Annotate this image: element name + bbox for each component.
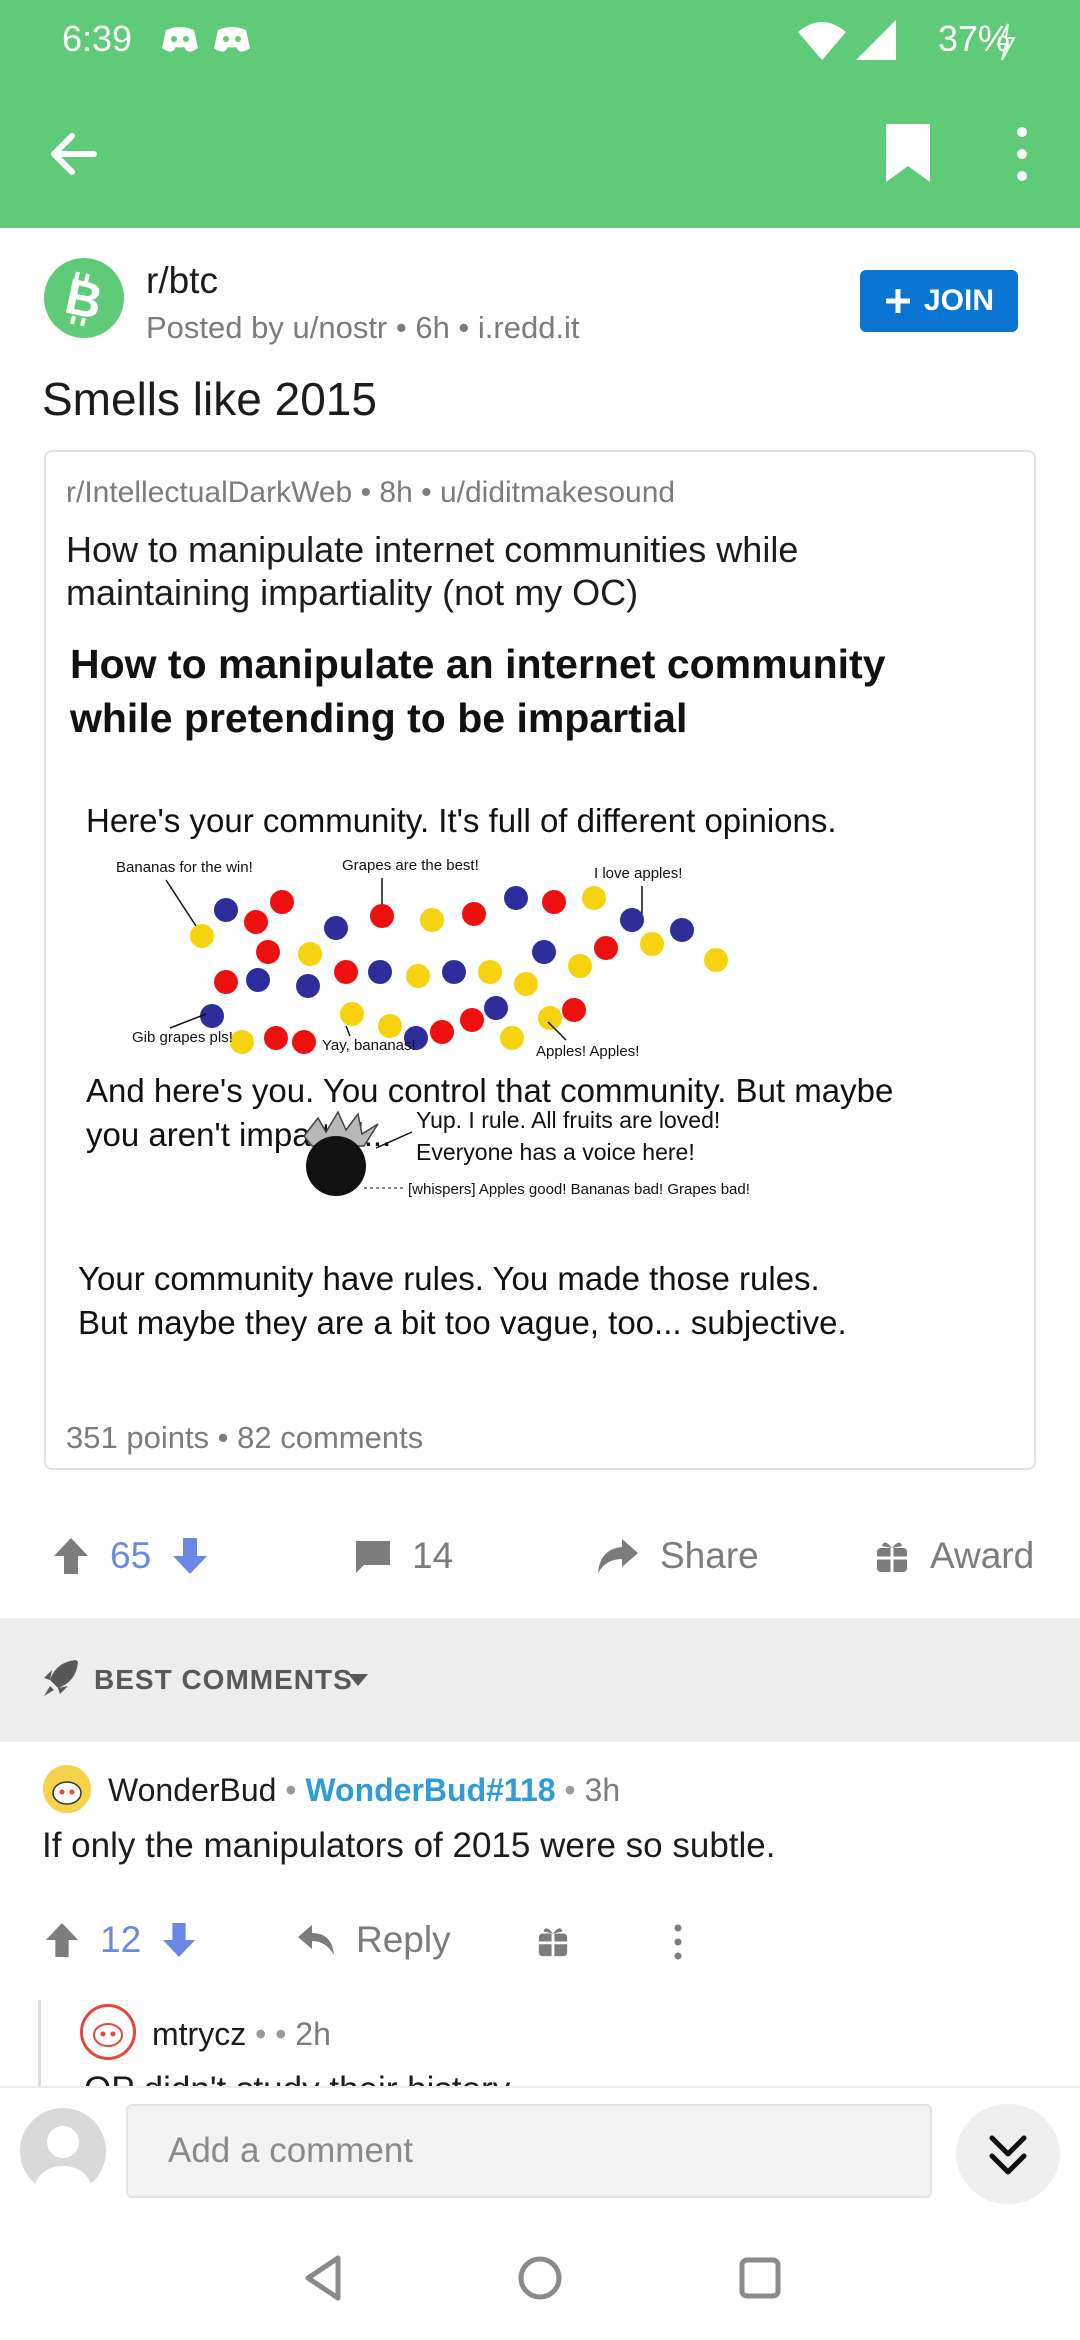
post-action-bar: 65 14 Share Award — [0, 1480, 1080, 1630]
reply-button[interactable]: Reply — [296, 1910, 451, 1970]
image-label-apples: I love apples! — [594, 865, 682, 882]
comment-bubble-icon — [356, 1541, 390, 1573]
reply-time: 2h — [295, 2016, 331, 2052]
comment-body: If only the manipulators of 2015 were so… — [42, 1826, 776, 1865]
snoo-avatar-icon — [52, 1781, 82, 1805]
share-label: Share — [660, 1535, 759, 1576]
image-intro: Here's your community. It's full of diff… — [86, 802, 837, 839]
image-speech1: Yup. I rule. All fruits are loved! — [416, 1107, 720, 1133]
gift-icon — [877, 1542, 907, 1572]
comment-sort-bar[interactable]: BEST COMMENTS — [0, 1618, 1080, 1742]
comment-author[interactable]: WonderBud — [108, 1772, 276, 1808]
image-heading-line1: How to manipulate an internet community — [70, 641, 886, 687]
image-rules-line2: But maybe they are a bit too vague, too.… — [78, 1304, 847, 1341]
sort-label: BEST COMMENTS — [94, 1664, 353, 1695]
join-label: JOIN — [923, 284, 995, 317]
image-whisper: [whispers] Apples good! Bananas bad! Gra… — [408, 1181, 750, 1198]
award-label: Award — [930, 1535, 1035, 1576]
avatar[interactable] — [80, 2004, 136, 2060]
back-arrow-icon[interactable] — [44, 124, 104, 184]
image-label-bananas: Bananas for the win! — [116, 859, 253, 876]
comments-button[interactable]: 14 — [354, 1526, 453, 1586]
nav-back-icon[interactable] — [294, 2248, 354, 2308]
join-button[interactable]: JOIN — [860, 270, 1018, 332]
image-heading-line2: while pretending to be impartial — [69, 695, 687, 741]
add-comment-input[interactable]: Add a comment — [126, 2104, 932, 2198]
more-options-icon[interactable] — [670, 1924, 686, 1960]
image-label-gib: Gib grapes pls! — [132, 1029, 233, 1046]
system-nav-bar — [0, 2212, 1080, 2340]
comment-composer: Add a comment — [0, 2086, 1080, 2212]
nested-reply: mtrycz • • 2h OP didn't study their hist… — [0, 2000, 1080, 2088]
discord-notification-icon — [162, 27, 198, 52]
reply-header: mtrycz • • 2h — [152, 2016, 331, 2052]
discord-notification-icon — [214, 27, 250, 52]
current-user-avatar[interactable] — [20, 2108, 106, 2194]
subreddit-icon[interactable]: B — [44, 258, 124, 338]
comment-header: WonderBud • WonderBud#118 • 3h — [108, 1772, 621, 1808]
app-bar — [0, 80, 1080, 228]
status-bar: 6:39 37% — [0, 0, 1080, 80]
bitcoin-icon: B — [60, 268, 107, 330]
image-speech2: Everyone has a voice here! — [416, 1139, 695, 1165]
award-button[interactable]: Award — [874, 1526, 1034, 1586]
caret-down-icon — [348, 1674, 368, 1686]
wifi-icon — [798, 22, 846, 60]
double-chevron-down-icon — [989, 2135, 1027, 2175]
more-options-icon[interactable] — [1004, 124, 1040, 184]
reply-arrow-icon — [298, 1925, 334, 1955]
fruit-dots — [190, 886, 728, 1054]
crosspost-title: How to manipulate internet communities w… — [66, 529, 799, 613]
thread-line[interactable] — [38, 2000, 41, 2088]
comment-vote-controls: 12 — [44, 1910, 197, 1970]
vote-controls: 65 — [52, 1526, 209, 1586]
downvote-arrow-icon[interactable] — [171, 1536, 209, 1576]
snoo-avatar-icon — [93, 2023, 123, 2047]
comment-vote-count: 12 — [100, 1919, 142, 1960]
comments-count: 14 — [412, 1535, 454, 1576]
post-title: Smells like 2015 — [42, 373, 377, 425]
image-label-yay: Yay, bananas! — [322, 1037, 416, 1054]
nav-recents-icon[interactable] — [730, 2248, 790, 2308]
user-flair: WonderBud#118 — [305, 1772, 556, 1808]
nav-home-icon[interactable] — [510, 2248, 570, 2308]
image-label-grapes: Grapes are the best! — [342, 857, 479, 874]
subreddit-name[interactable]: r/btc — [146, 260, 218, 302]
avatar[interactable] — [40, 1762, 94, 1816]
status-time: 6:39 — [62, 18, 133, 59]
image-label-apples2: Apples! Apples! — [536, 1043, 639, 1060]
bookmark-icon[interactable] — [880, 120, 936, 186]
post-meta: Posted by u/nostr • 6h • i.redd.it — [146, 310, 580, 345]
gift-icon[interactable] — [536, 1924, 570, 1958]
share-arrow-icon — [598, 1539, 638, 1573]
comment-time: 3h — [584, 1772, 621, 1808]
crosspost-image[interactable]: How to manipulate an internet community … — [46, 636, 1034, 1386]
upvote-arrow-icon[interactable] — [44, 1921, 80, 1959]
share-button[interactable]: Share — [596, 1526, 759, 1586]
image-you-line1: And here's you. You control that communi… — [86, 1072, 893, 1109]
image-rules-line1: Your community have rules. You made thos… — [78, 1260, 820, 1297]
downvote-arrow-icon[interactable] — [161, 1921, 197, 1959]
person-icon — [35, 2126, 91, 2194]
comment-actions: 12 Reply — [0, 1890, 1080, 1990]
charging-bolt-icon — [996, 23, 1016, 61]
reply-author[interactable]: mtrycz — [152, 2016, 246, 2052]
crosspost-footer: 351 points • 82 comments — [66, 1420, 424, 1455]
plus-icon — [885, 289, 910, 313]
crosspost-card[interactable]: r/IntellectualDarkWeb • 8h • u/diditmake… — [44, 450, 1036, 1470]
rocket-icon — [44, 1660, 78, 1696]
reply-label: Reply — [356, 1919, 451, 1960]
next-comment-button[interactable] — [956, 2104, 1060, 2204]
upvote-arrow-icon[interactable] — [52, 1536, 90, 1576]
post-vote-count: 65 — [110, 1535, 152, 1576]
cellular-signal-icon — [856, 20, 896, 60]
crosspost-meta[interactable]: r/IntellectualDarkWeb • 8h • u/diditmake… — [66, 476, 675, 510]
